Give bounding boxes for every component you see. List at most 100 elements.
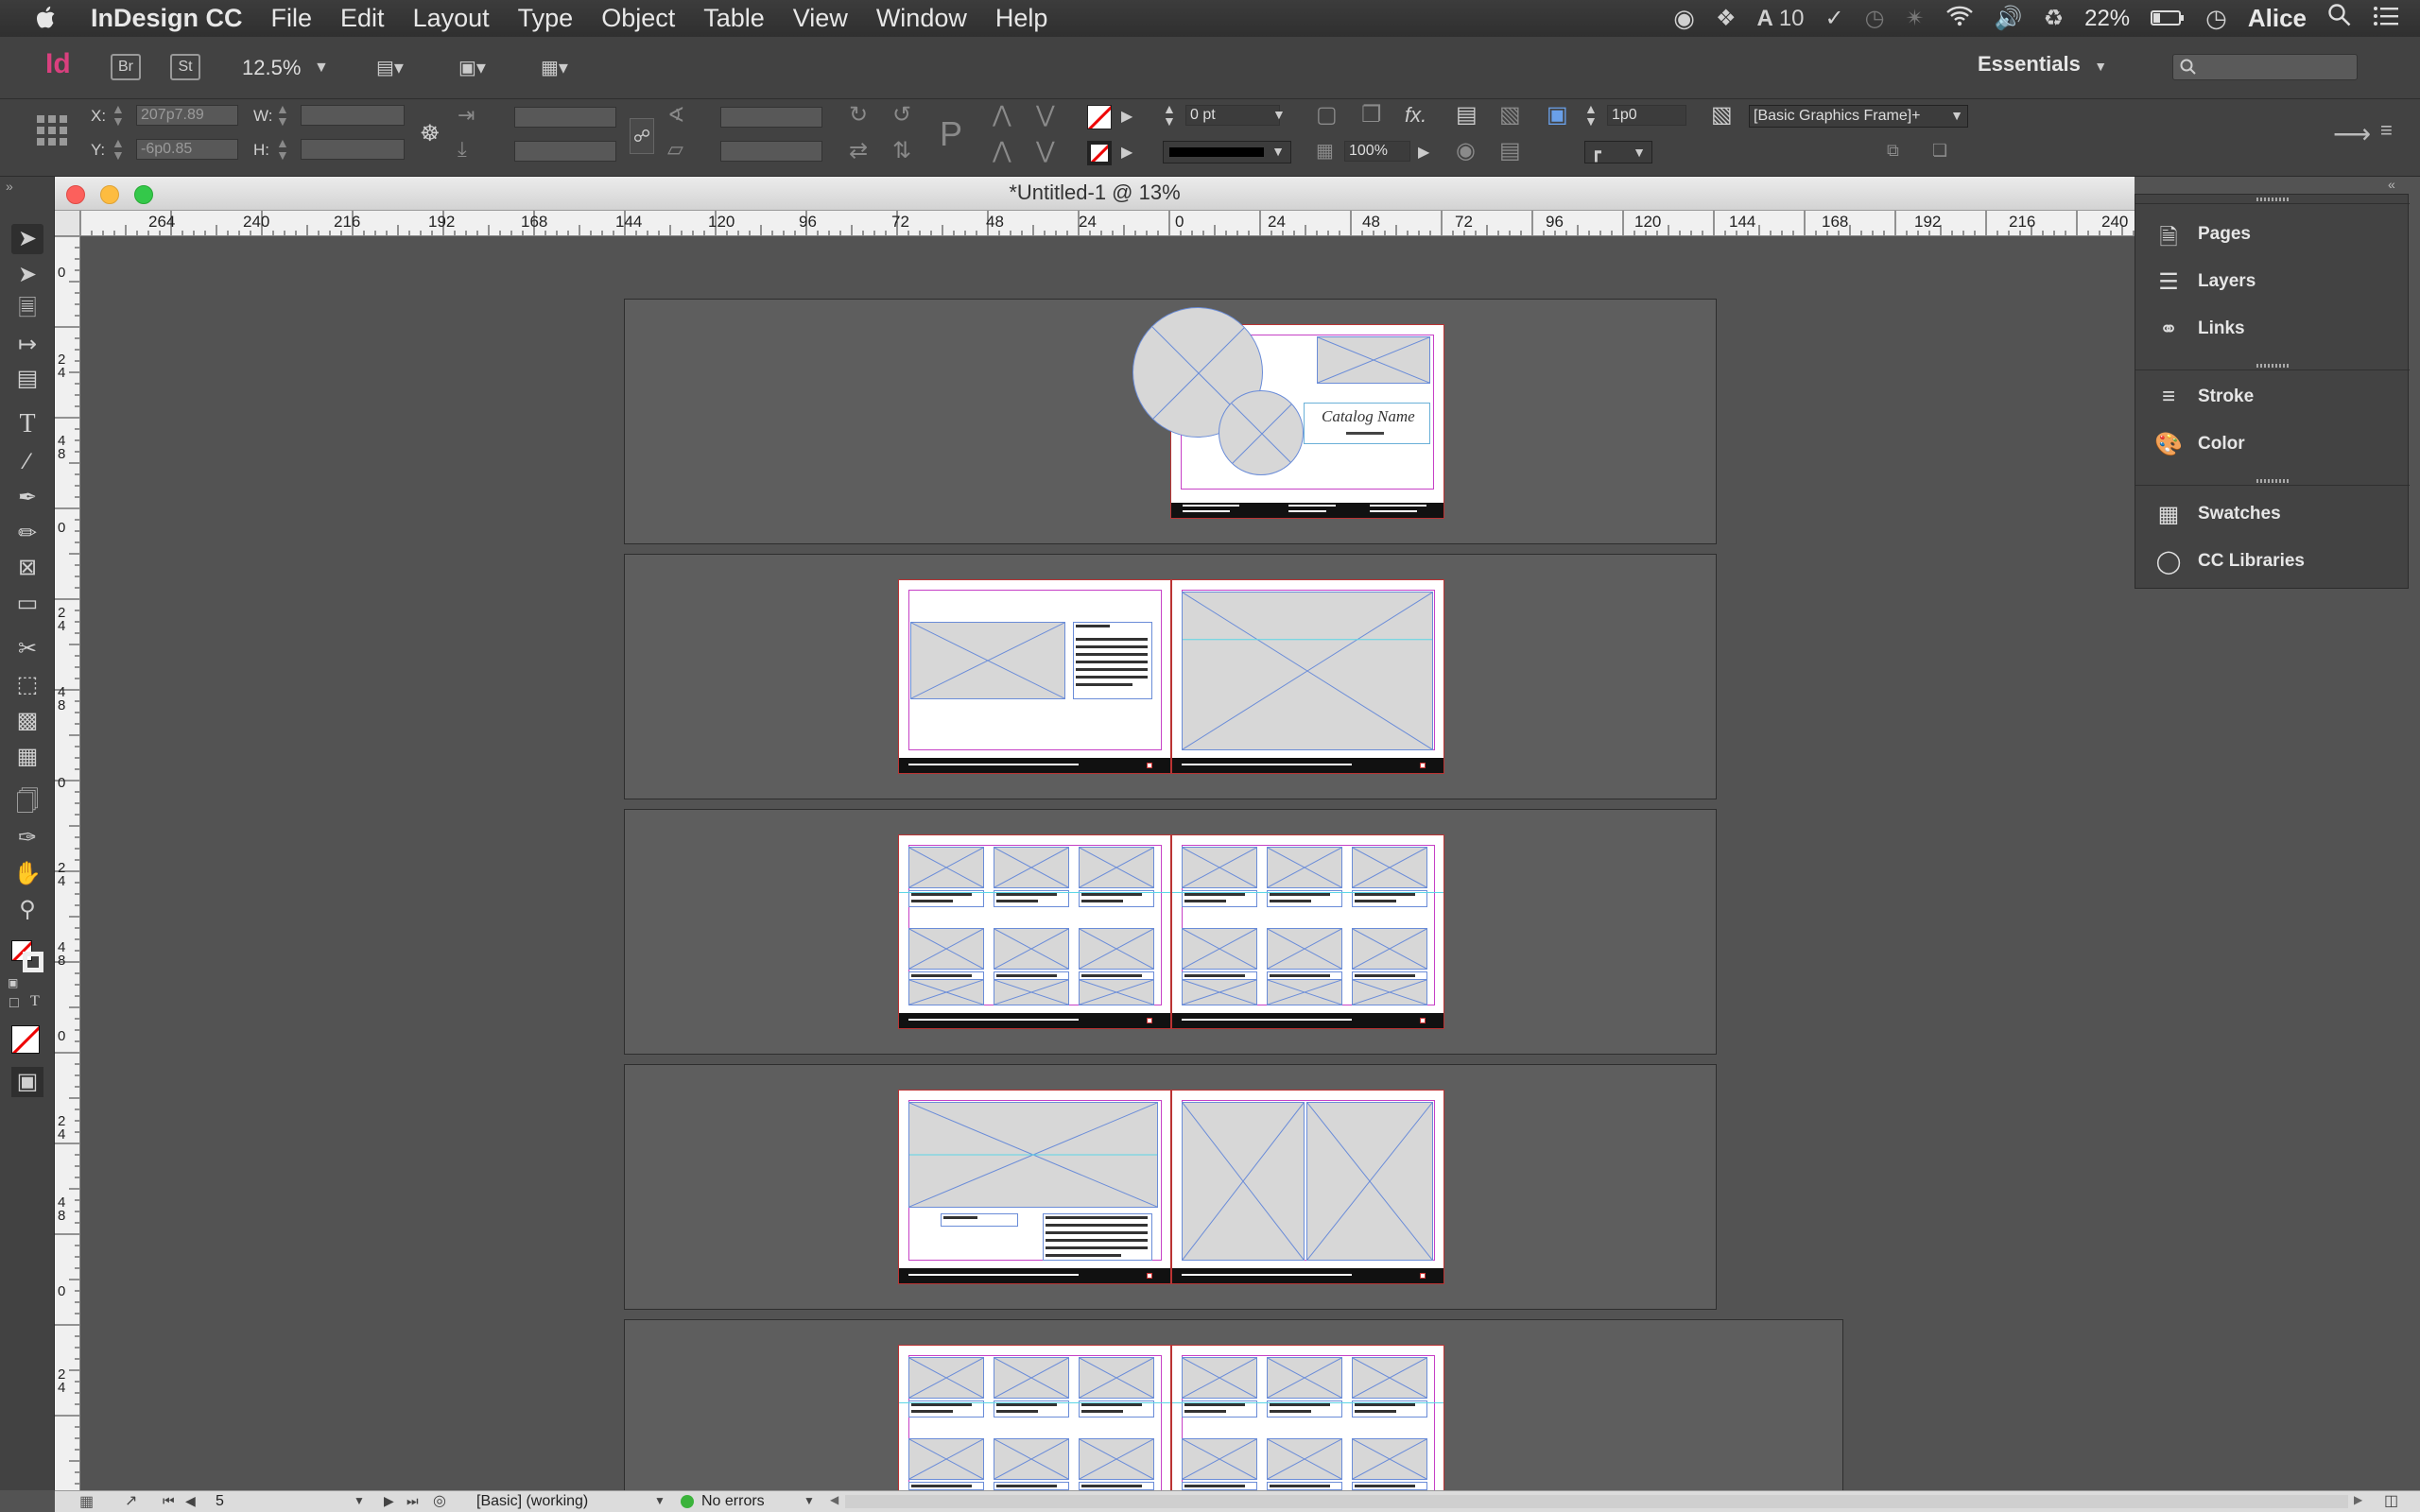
task-icon[interactable]: ✓ bbox=[1825, 5, 1844, 32]
product-image-frame[interactable] bbox=[1079, 928, 1154, 970]
page-footer[interactable] bbox=[1172, 758, 1443, 773]
rotate-cw-icon[interactable]: ↻ bbox=[849, 101, 868, 129]
product-image-frame[interactable] bbox=[1267, 847, 1342, 888]
flip-vertical-icon[interactable]: ⇅ bbox=[892, 137, 911, 164]
page-number-field[interactable]: 5 bbox=[216, 1493, 224, 1510]
product-image-frame[interactable] bbox=[1079, 847, 1154, 888]
fill-swatch-icon[interactable] bbox=[1087, 105, 1112, 129]
quick-apply-icon[interactable]: ⟶ bbox=[2333, 118, 2371, 149]
y-stepper-icon[interactable]: ▲ ▼ bbox=[112, 136, 125, 162]
pen-tool-icon[interactable]: ✒ bbox=[11, 483, 43, 513]
right-page[interactable] bbox=[1171, 579, 1444, 774]
control-panel-menu-icon[interactable]: ≡ bbox=[2380, 118, 2393, 143]
preflight-status[interactable]: No errors bbox=[701, 1493, 765, 1510]
fitting-icon[interactable]: ▣ bbox=[1547, 101, 1568, 129]
last-page-icon[interactable]: ⏭ bbox=[406, 1493, 419, 1509]
workspace-switcher[interactable]: Essentials ▼ bbox=[1978, 52, 2148, 82]
w-field[interactable] bbox=[301, 105, 405, 126]
spotlight-icon[interactable] bbox=[2327, 3, 2352, 34]
select-container-icon[interactable]: ⋀ bbox=[993, 101, 1011, 129]
text-wrap-none-icon[interactable]: ▤ bbox=[1456, 101, 1478, 129]
horizontal-scrollbar[interactable] bbox=[845, 1495, 2348, 1508]
page-footer[interactable] bbox=[1172, 1268, 1443, 1283]
pasteboard[interactable]: Catalog Name bbox=[80, 236, 2135, 1490]
image-frame[interactable] bbox=[1182, 1102, 1305, 1261]
wifi-icon[interactable] bbox=[1945, 4, 1974, 33]
image-frame[interactable] bbox=[1306, 1102, 1433, 1261]
product-image-frame[interactable] bbox=[1267, 979, 1342, 1005]
caption-frame[interactable] bbox=[941, 1213, 1018, 1227]
left-page[interactable] bbox=[898, 1090, 1171, 1284]
scroll-left-icon[interactable]: ◀ bbox=[830, 1493, 838, 1506]
menu-table[interactable]: Table bbox=[703, 4, 765, 33]
dropbox-icon[interactable]: ❖ bbox=[1716, 5, 1737, 32]
y-field[interactable] bbox=[136, 139, 238, 160]
right-page[interactable] bbox=[1171, 1345, 1444, 1490]
rotate-ccw-icon[interactable]: ↺ bbox=[892, 101, 911, 129]
image-frame[interactable] bbox=[1182, 592, 1433, 750]
product-image-frame[interactable] bbox=[1352, 1438, 1427, 1480]
evernote-icon[interactable]: ◉ bbox=[1673, 4, 1695, 33]
image-frame[interactable] bbox=[1317, 336, 1430, 384]
toolbox-collapse-icon[interactable]: » bbox=[6, 179, 13, 194]
zoom-level[interactable]: 12.5% bbox=[242, 56, 301, 80]
adobe-cc-icon[interactable]: A 10 bbox=[1756, 6, 1804, 32]
stock-button[interactable]: St bbox=[170, 54, 200, 80]
product-image-frame[interactable] bbox=[1182, 979, 1257, 1005]
left-page[interactable] bbox=[898, 1345, 1171, 1490]
product-image-frame[interactable] bbox=[908, 1438, 984, 1480]
text-wrap-object-icon[interactable]: ◉ bbox=[1456, 137, 1476, 164]
page-footer[interactable] bbox=[899, 1268, 1170, 1283]
product-image-frame[interactable] bbox=[1267, 1357, 1342, 1399]
rotate-angle-icon[interactable]: ∢ bbox=[667, 103, 684, 128]
bridge-button[interactable]: Br bbox=[111, 54, 141, 80]
panel-links[interactable]: ⚭ Links bbox=[2135, 308, 2410, 353]
image-frame[interactable] bbox=[910, 622, 1065, 699]
default-fill-stroke-icon[interactable]: ▣ bbox=[8, 976, 18, 989]
product-image-frame[interactable] bbox=[908, 847, 984, 888]
split-window-icon[interactable]: ◫ bbox=[2384, 1491, 2398, 1510]
select-previous-icon[interactable]: ⋁ bbox=[1036, 137, 1055, 164]
scale-x-field[interactable] bbox=[514, 107, 616, 128]
product-image-frame[interactable] bbox=[1079, 979, 1154, 1005]
panel-swatches[interactable]: ▦ Swatches bbox=[2135, 493, 2410, 539]
product-image-frame[interactable] bbox=[908, 928, 984, 970]
menu-file[interactable]: File bbox=[271, 4, 313, 33]
open-page-icon[interactable]: ↗ bbox=[125, 1491, 137, 1510]
right-page[interactable] bbox=[1171, 1090, 1444, 1284]
formatting-text-icon[interactable]: T bbox=[30, 993, 40, 1010]
preflight-menu-icon[interactable]: ▼ bbox=[804, 1494, 815, 1507]
panel-pages[interactable]: 🗎 Pages bbox=[2135, 214, 2410, 259]
panel-grip[interactable] bbox=[2135, 195, 2410, 204]
apply-none-icon[interactable] bbox=[11, 1025, 40, 1054]
menu-help[interactable]: Help bbox=[995, 4, 1048, 33]
page-footer[interactable] bbox=[899, 1013, 1170, 1028]
product-image-frame[interactable] bbox=[1182, 1438, 1257, 1480]
stroke-menu-arrow-icon[interactable]: ▶ bbox=[1121, 143, 1132, 162]
text-frame[interactable] bbox=[1043, 1213, 1152, 1261]
product-image-frame[interactable] bbox=[1352, 928, 1427, 970]
column-gap-stepper-icon[interactable]: ▲ ▼ bbox=[1584, 102, 1598, 128]
product-image-frame[interactable] bbox=[1352, 979, 1427, 1005]
link-scale-icon[interactable]: ☍ bbox=[630, 118, 654, 154]
text-wrap-jump-icon[interactable]: ▤ bbox=[1499, 137, 1521, 164]
fill-stroke-swatch-icon[interactable] bbox=[11, 940, 43, 972]
opacity-icon[interactable]: ▦ bbox=[1316, 139, 1334, 163]
rectangle-tool-icon[interactable]: ▭ bbox=[11, 589, 43, 619]
ruler-guide[interactable] bbox=[899, 1402, 1170, 1403]
pencil-tool-icon[interactable]: ✏ bbox=[11, 519, 43, 549]
product-image-frame[interactable] bbox=[994, 928, 1069, 970]
column-gap-field[interactable] bbox=[1607, 105, 1686, 126]
sync-icon[interactable]: ♻ bbox=[2044, 5, 2065, 32]
ruler-guide[interactable] bbox=[1172, 892, 1443, 893]
stroke-weight-field[interactable] bbox=[1185, 105, 1280, 126]
product-image-frame[interactable] bbox=[1267, 928, 1342, 970]
menu-layout[interactable]: Layout bbox=[413, 4, 490, 33]
view-options-button[interactable]: ▤▾ bbox=[376, 56, 425, 80]
product-image-frame[interactable] bbox=[1079, 1438, 1154, 1480]
shear-angle-icon[interactable]: ▱ bbox=[667, 137, 683, 162]
product-image-frame[interactable] bbox=[1267, 1438, 1342, 1480]
catalog-title-frame[interactable]: Catalog Name bbox=[1304, 403, 1430, 444]
drop-shadow-icon[interactable]: ❐ bbox=[1361, 101, 1382, 129]
product-image-frame[interactable] bbox=[908, 1357, 984, 1399]
